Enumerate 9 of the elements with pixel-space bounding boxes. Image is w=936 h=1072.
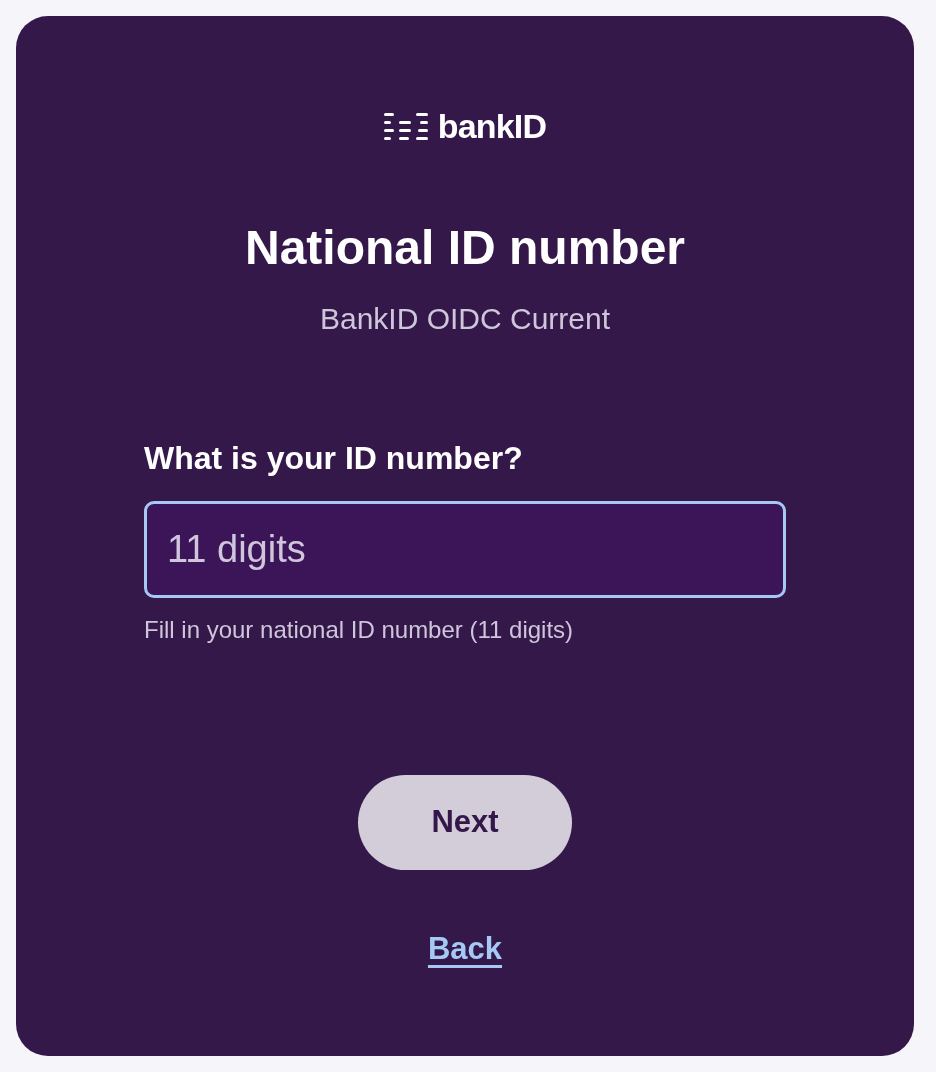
next-button[interactable]: Next (358, 775, 572, 870)
help-text: Fill in your national ID number (11 digits) (144, 618, 575, 642)
subtitle: BankID OIDC Current (319, 304, 611, 334)
logo-icon (383, 112, 428, 140)
back-link[interactable]: Back (427, 926, 503, 973)
page-title: National ID number (244, 224, 685, 272)
id-number-field[interactable]: 11 digits (144, 501, 786, 598)
logo-wordmark: bankID (437, 109, 547, 143)
field-label: What is your ID number? (144, 442, 524, 474)
